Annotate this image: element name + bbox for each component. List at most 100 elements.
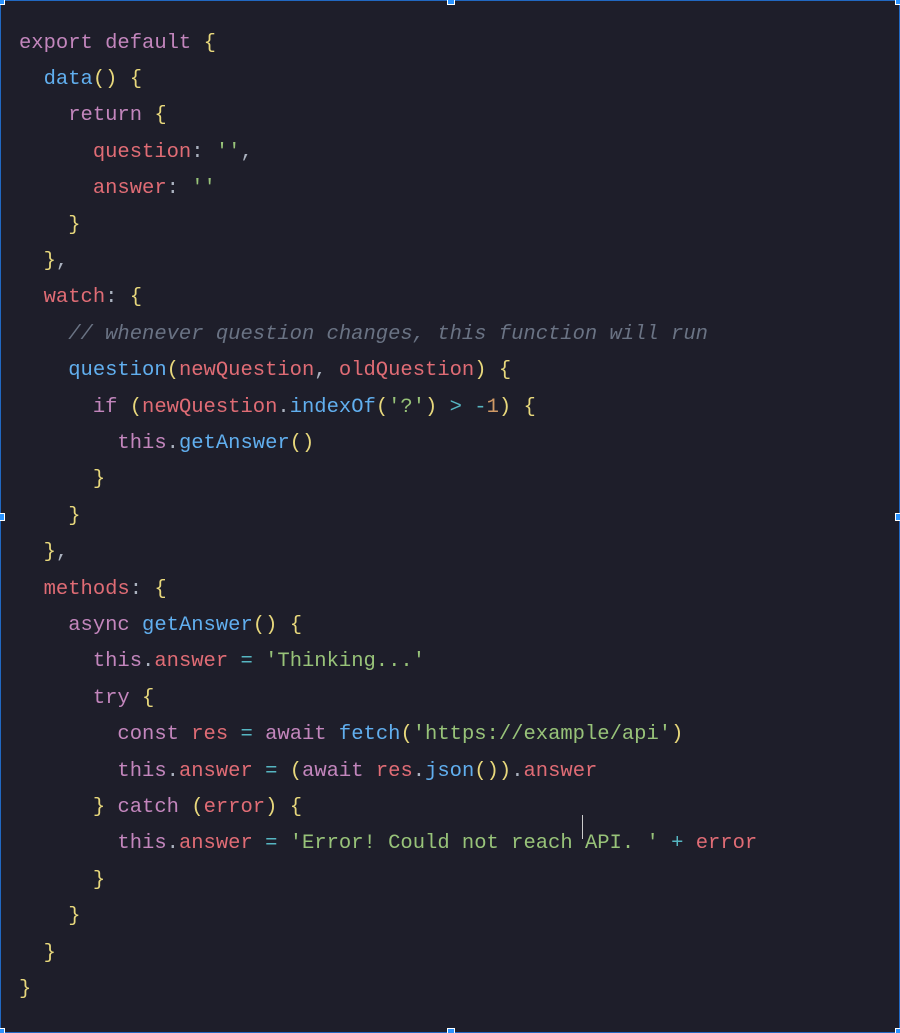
code-line[interactable]: this.answer = 'Thinking...'	[19, 644, 757, 680]
code-token-plain	[117, 396, 129, 419]
code-token-plain	[19, 323, 68, 346]
code-token-plain	[19, 104, 68, 127]
selection-handle-bottom-left[interactable]	[0, 1028, 5, 1033]
code-line[interactable]: } catch (error) {	[19, 790, 757, 826]
code-token-num: 1	[487, 396, 499, 419]
code-line[interactable]: },	[19, 535, 757, 571]
selection-handle-bottom-middle[interactable]	[447, 1028, 455, 1033]
code-token-plain	[511, 396, 523, 419]
code-token-plain	[19, 650, 93, 673]
code-token-op: >	[450, 396, 462, 419]
code-token-plain	[19, 359, 68, 382]
code-line[interactable]: watch: {	[19, 280, 757, 316]
code-token-plain	[277, 796, 289, 819]
code-line[interactable]: methods: {	[19, 572, 757, 608]
code-token-dot: :	[130, 578, 142, 601]
code-line[interactable]: question(newQuestion, oldQuestion) {	[19, 353, 757, 389]
code-token-fn: question	[68, 359, 166, 382]
code-line[interactable]: }	[19, 462, 757, 498]
code-token-dot: :	[167, 177, 179, 200]
code-line[interactable]: }	[19, 863, 757, 899]
code-token-str: 'Error! Could not reach API. '	[290, 832, 659, 855]
code-token-dot: :	[191, 141, 203, 164]
code-token-plain	[253, 650, 265, 673]
code-token-punct: }	[44, 942, 56, 965]
code-token-var: error	[204, 796, 266, 819]
code-line[interactable]: if (newQuestion.indexOf('?') > -1) {	[19, 390, 757, 426]
code-line[interactable]: this.answer = 'Error! Could not reach AP…	[19, 826, 757, 862]
code-token-var: error	[696, 832, 758, 855]
code-token-dot: ,	[240, 141, 252, 164]
selection-handle-middle-right[interactable]	[895, 513, 900, 521]
code-token-plain	[105, 796, 117, 819]
code-token-kw: export	[19, 32, 93, 55]
code-token-dot: .	[511, 760, 523, 783]
code-line[interactable]: const res = await fetch('https://example…	[19, 717, 757, 753]
code-token-dot: ,	[56, 250, 68, 273]
code-line[interactable]: return {	[19, 98, 757, 134]
code-token-key: answer	[179, 760, 253, 783]
code-token-fn: indexOf	[290, 396, 376, 419]
code-line[interactable]: }	[19, 972, 757, 1008]
code-token-punct: }	[68, 905, 80, 928]
code-token-plain	[253, 760, 265, 783]
code-token-punct: }	[93, 796, 105, 819]
code-token-punct: (	[130, 396, 142, 419]
code-editor[interactable]: export default { data() { return { quest…	[19, 26, 757, 1033]
selection-handle-middle-left[interactable]	[0, 513, 5, 521]
code-token-punct: {	[290, 796, 302, 819]
code-line[interactable]: }	[19, 936, 757, 972]
code-token-var: newQuestion	[142, 396, 277, 419]
code-token-punct: )	[425, 396, 437, 419]
code-token-punct: }	[93, 468, 105, 491]
code-line[interactable]: export default {	[19, 26, 757, 62]
code-line[interactable]: }	[19, 208, 757, 244]
code-token-plain	[93, 32, 105, 55]
selection-handle-top-middle[interactable]	[447, 0, 455, 5]
code-line[interactable]: }	[19, 899, 757, 935]
code-token-str: ''	[216, 141, 241, 164]
selection-handle-top-left[interactable]	[0, 0, 5, 5]
selection-handle-bottom-right[interactable]	[895, 1028, 900, 1033]
code-token-str: 'https://example/api'	[413, 723, 671, 746]
code-line[interactable]: data() {	[19, 62, 757, 98]
code-token-plain	[19, 869, 93, 892]
code-line[interactable]: async getAnswer() {	[19, 608, 757, 644]
code-token-plain	[277, 614, 289, 637]
code-line[interactable]: this.getAnswer()	[19, 426, 757, 462]
code-line[interactable]	[19, 1008, 757, 1033]
code-editor-canvas[interactable]: export default { data() { return { quest…	[0, 0, 900, 1033]
code-token-plain	[117, 68, 129, 91]
code-line[interactable]: this.answer = (await res.json()).answer	[19, 754, 757, 790]
code-token-kw: async	[68, 614, 130, 637]
code-token-var: newQuestion	[179, 359, 314, 382]
code-token-fn: getAnswer	[142, 614, 253, 637]
code-token-str: ''	[191, 177, 216, 200]
code-token-key: methods	[44, 578, 130, 601]
code-line[interactable]: try {	[19, 681, 757, 717]
code-token-fn: json	[425, 760, 474, 783]
code-token-op: =	[265, 760, 277, 783]
code-token-plain	[19, 68, 44, 91]
code-token-plain	[462, 396, 474, 419]
code-line[interactable]: // whenever question changes, this funct…	[19, 317, 757, 353]
code-token-punct: (	[167, 359, 179, 382]
code-token-kw: this	[117, 832, 166, 855]
code-token-plain	[179, 177, 191, 200]
code-token-key: question	[93, 141, 191, 164]
selection-handle-top-right[interactable]	[895, 0, 900, 5]
code-line[interactable]: },	[19, 244, 757, 280]
code-token-kw: return	[68, 104, 142, 127]
code-token-var: res	[376, 760, 413, 783]
code-line[interactable]: }	[19, 499, 757, 535]
code-token-punct: {	[154, 578, 166, 601]
code-token-plain	[437, 396, 449, 419]
code-token-plain	[19, 832, 117, 855]
code-line[interactable]: question: '',	[19, 135, 757, 171]
code-token-plain	[277, 832, 289, 855]
code-token-dot: .	[277, 396, 289, 419]
code-token-plain	[19, 141, 93, 164]
code-token-plain	[19, 541, 44, 564]
code-token-dot: ,	[314, 359, 326, 382]
code-line[interactable]: answer: ''	[19, 171, 757, 207]
